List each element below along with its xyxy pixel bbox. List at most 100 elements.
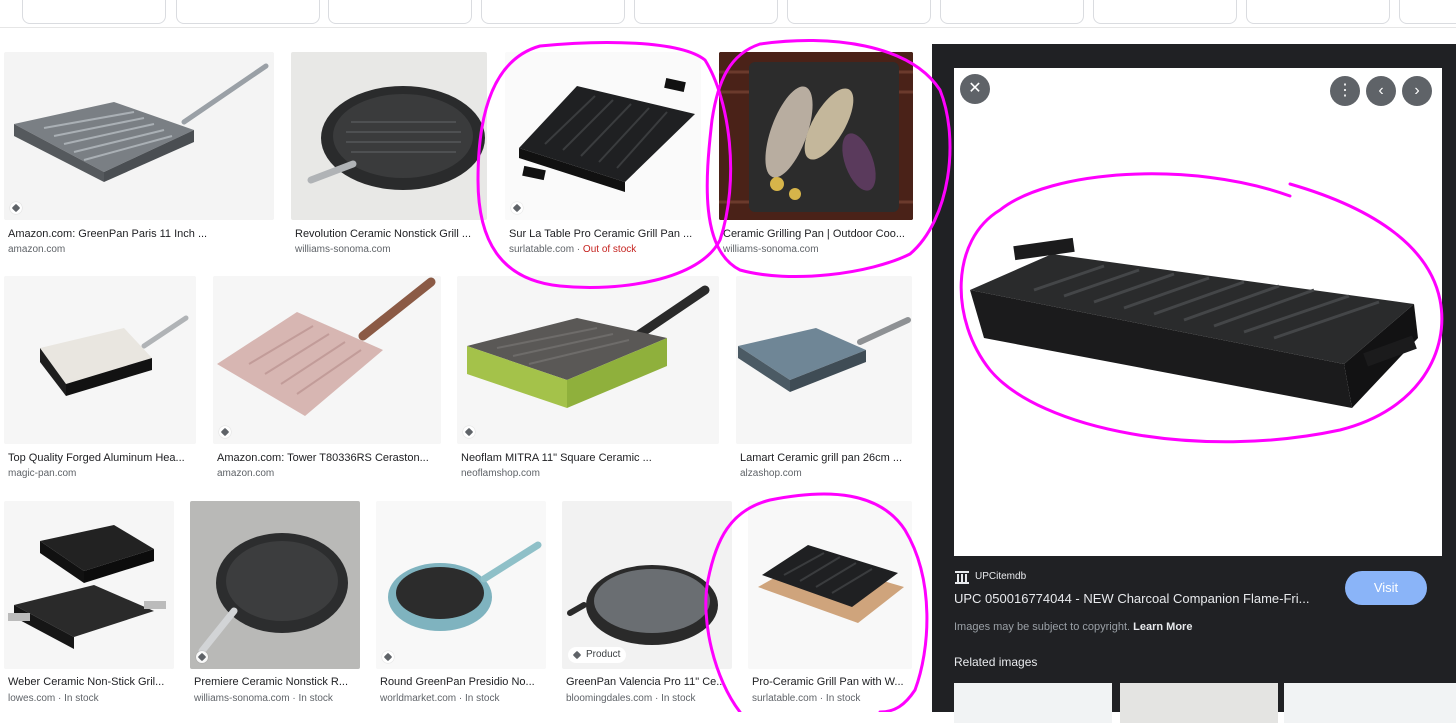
result-thumbnail[interactable] (4, 276, 196, 444)
filter-chip[interactable] (328, 0, 472, 24)
next-image-button[interactable]: › (1402, 76, 1432, 106)
valencia-pan-image (567, 565, 718, 645)
result-title: GreenPan Valencia Pro 11" Ce... (566, 676, 726, 688)
copyright-notice: Images may be subject to copyright. Lear… (954, 621, 1192, 633)
result-source: williams-sonoma.com · In stock (194, 693, 333, 704)
result-thumbnail[interactable] (4, 501, 174, 669)
filter-chip[interactable] (1246, 0, 1390, 24)
square-grill-pan-image (14, 63, 269, 182)
result-title: Weber Ceramic Non-Stick Gril... (8, 676, 165, 688)
result-thumbnail[interactable] (4, 52, 274, 220)
result-title: Sur La Table Pro Ceramic Grill Pan ... (509, 228, 693, 240)
result-title: Premiere Ceramic Nonstick R... (194, 676, 349, 688)
result-card[interactable]: Amazon.com: GreenPan Paris 11 Inch ... a… (4, 52, 274, 262)
result-card[interactable]: Round GreenPan Presidio No... worldmarke… (376, 501, 546, 712)
product-tag-icon (511, 202, 523, 214)
product-badge: Product (568, 647, 627, 663)
filter-chip[interactable] (176, 0, 320, 24)
result-title: Revolution Ceramic Nonstick Grill ... (295, 228, 472, 240)
result-source: magic-pan.com (8, 468, 77, 479)
result-title: Ceramic Grilling Pan | Outdoor Coo... (723, 228, 905, 240)
previous-image-button[interactable]: ‹ (1366, 76, 1396, 106)
pro-ceramic-grill-pan-with-board-image (758, 545, 904, 623)
result-thumbnail[interactable] (213, 276, 441, 444)
result-title: Amazon.com: Tower T80336RS Ceraston... (217, 452, 429, 464)
result-card[interactable]: Weber Ceramic Non-Stick Gril... lowes.co… (4, 501, 174, 712)
source-name: UPCitemdb (975, 571, 1027, 582)
result-card[interactable]: Premiere Ceramic Nonstick R... williams-… (190, 501, 360, 712)
two-piece-grill-pan-image (8, 525, 166, 649)
result-source: worldmarket.com · In stock (380, 693, 500, 704)
preview-title[interactable]: UPC 050016774044 - NEW Charcoal Companio… (954, 591, 1334, 606)
filter-chip[interactable] (634, 0, 778, 24)
filter-chip[interactable] (481, 0, 625, 24)
result-thumbnail[interactable]: Product (562, 501, 732, 669)
result-card[interactable]: Product GreenPan Valencia Pro 11" Ce... … (562, 501, 732, 712)
round-greenpan-image (388, 541, 542, 631)
result-source: bloomingdales.com · In stock (566, 693, 696, 704)
result-card[interactable]: Ceramic Grilling Pan | Outdoor Coo... wi… (719, 52, 913, 262)
filter-chips-bar (0, 0, 1456, 28)
result-thumbnail[interactable] (190, 501, 360, 669)
copyright-text: Images may be subject to copyright. (954, 621, 1131, 633)
product-tag-icon (463, 426, 475, 438)
visit-button[interactable]: Visit (1345, 571, 1427, 605)
preview-image[interactable]: ✕ ⋮ ‹ › (954, 68, 1442, 556)
result-source: williams-sonoma.com (295, 244, 391, 255)
result-thumbnail[interactable] (376, 501, 546, 669)
filter-chip[interactable] (22, 0, 166, 24)
result-thumbnail[interactable] (505, 52, 701, 220)
result-source: neoflamshop.com (461, 468, 540, 479)
related-image[interactable] (1284, 683, 1456, 723)
filter-chip[interactable] (787, 0, 931, 24)
result-thumbnail[interactable] (457, 276, 719, 444)
result-card[interactable]: Sur La Table Pro Ceramic Grill Pan ... s… (505, 52, 701, 262)
source-logo-icon (954, 569, 970, 585)
product-tag-icon (196, 651, 208, 663)
result-card[interactable]: Pro-Ceramic Grill Pan with W... surlatab… (748, 501, 912, 712)
product-tag-icon (219, 426, 231, 438)
chips-divider (0, 27, 1456, 28)
result-card[interactable]: Revolution Ceramic Nonstick Grill ... wi… (291, 52, 487, 262)
result-card[interactable]: Top Quality Forged Aluminum Hea... magic… (4, 276, 196, 486)
result-source: alzashop.com (740, 468, 802, 479)
result-title: Pro-Ceramic Grill Pan with W... (752, 676, 904, 688)
product-tag-icon (382, 651, 394, 663)
result-card[interactable]: Amazon.com: Tower T80336RS Ceraston... a… (213, 276, 441, 486)
result-thumbnail[interactable] (736, 276, 912, 444)
result-thumbnail[interactable] (291, 52, 487, 220)
result-card[interactable]: Neoflam MITRA 11" Square Ceramic ... neo… (457, 276, 719, 486)
gray-grill-pan-image (738, 317, 911, 392)
result-source: amazon.com (8, 244, 66, 255)
pink-grill-pan-image (217, 277, 436, 416)
filter-chip[interactable] (1093, 0, 1237, 24)
result-source: surlatable.com · Out of stock (509, 244, 637, 255)
related-image[interactable] (1120, 683, 1278, 723)
close-button[interactable]: ✕ (960, 74, 990, 104)
filter-chip[interactable] (940, 0, 1084, 24)
white-square-grill-pan-image (40, 315, 189, 396)
rectangular-grill-pan-image (519, 78, 695, 192)
result-title: Amazon.com: GreenPan Paris 11 Inch ... (8, 228, 208, 240)
result-source: williams-sonoma.com (723, 244, 819, 255)
product-tag-icon (10, 202, 22, 214)
result-thumbnail[interactable] (748, 501, 912, 669)
more-options-button[interactable]: ⋮ (1330, 76, 1360, 106)
grilling-pan-with-food-image (719, 52, 913, 220)
filter-chip[interactable] (1399, 0, 1456, 24)
result-card[interactable]: Lamart Ceramic grill pan 26cm ... alzash… (736, 276, 912, 486)
premiere-grill-pan-image (198, 533, 348, 655)
related-image[interactable] (954, 683, 1112, 723)
result-title: Round GreenPan Presidio No... (380, 676, 535, 688)
result-source: lowes.com · In stock (8, 693, 99, 704)
result-title: Top Quality Forged Aluminum Hea... (8, 452, 185, 464)
learn-more-link[interactable]: Learn More (1133, 621, 1192, 633)
result-thumbnail[interactable] (719, 52, 913, 220)
large-grill-pan-image (970, 237, 1418, 408)
green-square-grill-pan-image (467, 285, 710, 408)
result-source: amazon.com (217, 468, 275, 479)
image-preview-panel: ✕ ⋮ ‹ › UPCitemdb UPC 050016774044 - NEW… (932, 44, 1456, 723)
round-grill-pan-image (307, 86, 485, 190)
related-images-heading: Related images (954, 655, 1038, 669)
result-source: surlatable.com · In stock (752, 693, 861, 704)
